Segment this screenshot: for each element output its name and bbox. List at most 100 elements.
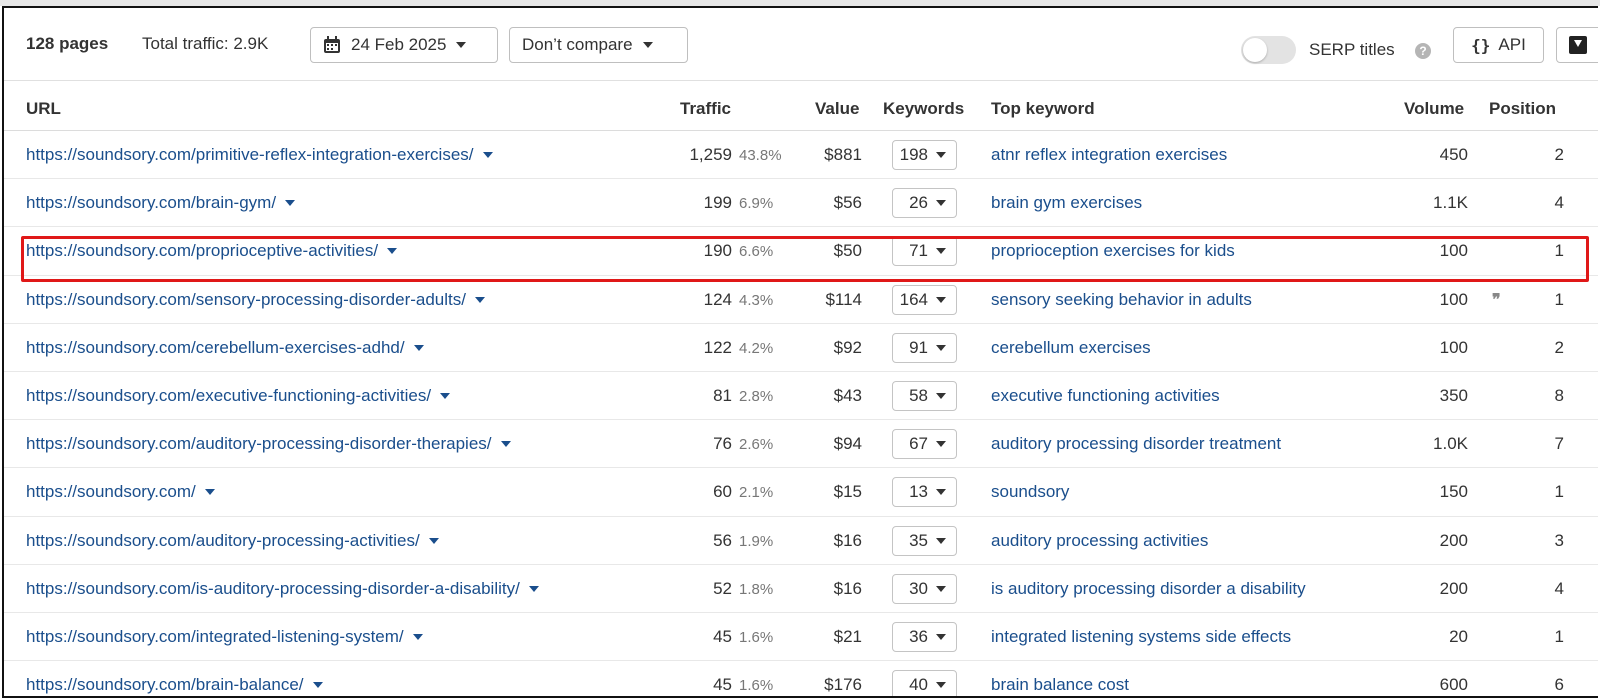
chevron-down-icon[interactable] xyxy=(500,441,511,448)
column-header-volume[interactable]: Volume xyxy=(1404,99,1464,119)
url-link[interactable]: https://soundsory.com/brain-balance/ xyxy=(26,675,323,695)
traffic-value: 124 xyxy=(703,289,732,309)
keywords-dropdown[interactable]: 164 xyxy=(892,284,957,315)
volume-value: 100 xyxy=(1439,241,1468,261)
url-link[interactable]: https://soundsory.com/sensory-processing… xyxy=(26,290,485,310)
column-header-url[interactable]: URL xyxy=(26,99,61,119)
keywords-dropdown[interactable]: 13 xyxy=(892,477,957,508)
traffic-value-usd: $50 xyxy=(833,241,862,261)
keywords-dropdown[interactable]: 198 xyxy=(892,140,957,170)
traffic-share: 43.8% xyxy=(739,147,782,164)
keywords-dropdown[interactable]: 36 xyxy=(892,621,957,652)
top-keyword-link[interactable]: is auditory processing disorder a disabi… xyxy=(991,579,1306,599)
braces-icon: {} xyxy=(1471,35,1491,55)
top-keyword-link[interactable]: brain balance cost xyxy=(991,675,1129,695)
keywords-dropdown[interactable]: 91 xyxy=(892,332,957,363)
url-link[interactable]: https://soundsory.com/primitive-reflex-i… xyxy=(26,145,493,165)
chevron-down-icon[interactable] xyxy=(412,633,423,640)
traffic-value-usd: $176 xyxy=(824,675,862,695)
url-link[interactable]: https://soundsory.com/proprioceptive-act… xyxy=(26,241,398,261)
top-keyword-link[interactable]: sensory seeking behavior in adults xyxy=(991,290,1252,310)
top-keyword-link[interactable]: atnr reflex integration exercises xyxy=(991,145,1227,165)
top-keyword-link[interactable]: integrated listening systems side effect… xyxy=(991,627,1291,647)
url-link[interactable]: https://soundsory.com/is-auditory-proces… xyxy=(26,579,539,599)
chevron-down-icon[interactable] xyxy=(285,200,296,207)
keywords-dropdown[interactable]: 35 xyxy=(892,525,957,556)
column-header-value[interactable]: Value xyxy=(815,99,859,119)
traffic-share: 6.9% xyxy=(739,195,774,213)
top-keyword-link[interactable]: auditory processing disorder treatment xyxy=(991,434,1281,454)
position-value: 1 xyxy=(1554,289,1564,309)
chevron-down-icon[interactable] xyxy=(528,585,539,592)
table-row: https://soundsory.com/auditory-processin… xyxy=(4,517,1598,565)
traffic-value: 190 xyxy=(703,241,732,261)
position-value: 3 xyxy=(1554,530,1564,550)
traffic-share: 4.3% xyxy=(739,291,774,309)
url-link[interactable]: https://soundsory.com/brain-gym/ xyxy=(26,193,296,213)
chevron-down-icon[interactable] xyxy=(312,682,323,689)
api-button[interactable]: {} API xyxy=(1453,27,1544,63)
keywords-dropdown[interactable]: 67 xyxy=(892,429,957,460)
traffic-value: 60 xyxy=(713,482,732,502)
url-link[interactable]: https://soundsory.com/cerebellum-exercis… xyxy=(26,338,424,358)
date-picker-button[interactable]: 24 Feb 2025 xyxy=(310,27,498,63)
chevron-down-icon xyxy=(936,489,946,496)
chevron-down-icon[interactable] xyxy=(387,248,398,255)
traffic-value: 45 xyxy=(713,626,732,646)
download-icon xyxy=(1569,36,1587,54)
column-header-keywords[interactable]: Keywords xyxy=(883,99,964,119)
traffic-value-usd: $15 xyxy=(833,482,862,502)
traffic-value: 52 xyxy=(713,578,732,598)
keywords-dropdown[interactable]: 30 xyxy=(892,573,957,604)
chevron-down-icon[interactable] xyxy=(482,152,493,158)
export-button[interactable] xyxy=(1556,27,1598,63)
traffic-value: 1,259 xyxy=(689,145,732,164)
position-value: 4 xyxy=(1554,578,1564,598)
chevron-down-icon xyxy=(936,585,946,592)
volume-value: 20 xyxy=(1449,626,1468,646)
url-link[interactable]: https://soundsory.com/executive-function… xyxy=(26,386,451,406)
chevron-down-icon[interactable] xyxy=(428,537,439,544)
column-header-position[interactable]: Position xyxy=(1489,99,1556,119)
url-link[interactable]: https://soundsory.com/auditory-processin… xyxy=(26,531,439,551)
top-keyword-link[interactable]: cerebellum exercises xyxy=(991,338,1151,358)
chevron-down-icon xyxy=(936,296,946,303)
traffic-value-usd: $21 xyxy=(833,626,862,646)
help-icon[interactable]: ? xyxy=(1415,43,1431,59)
keywords-dropdown[interactable]: 58 xyxy=(892,380,957,411)
chevron-down-icon xyxy=(936,537,946,544)
volume-value: 1.0K xyxy=(1433,434,1468,454)
chevron-down-icon xyxy=(936,152,946,158)
chevron-down-icon xyxy=(936,633,946,640)
compare-dropdown[interactable]: Don’t compare xyxy=(509,27,688,63)
keywords-dropdown[interactable]: 26 xyxy=(892,188,957,219)
traffic-value-usd: $16 xyxy=(833,530,862,550)
quote-icon[interactable]: ❞ xyxy=(1492,290,1501,309)
report-panel: 128 pages Total traffic: 2.9K 24 Feb 202… xyxy=(2,6,1598,698)
url-link[interactable]: https://soundsory.com/ xyxy=(26,482,215,502)
serp-titles-toggle[interactable] xyxy=(1241,36,1296,64)
table-row: https://soundsory.com/proprioceptive-act… xyxy=(4,227,1598,276)
top-keyword-link[interactable]: brain gym exercises xyxy=(991,193,1142,213)
traffic-value-usd: $43 xyxy=(833,385,862,405)
url-link[interactable]: https://soundsory.com/integrated-listeni… xyxy=(26,627,423,647)
top-keyword-link[interactable]: proprioception exercises for kids xyxy=(991,241,1235,261)
chevron-down-icon[interactable] xyxy=(474,296,485,303)
url-link[interactable]: https://soundsory.com/auditory-processin… xyxy=(26,434,511,454)
column-header-traffic[interactable]: Traffic xyxy=(680,99,731,119)
position-value: 1 xyxy=(1554,482,1564,502)
traffic-share: 2.6% xyxy=(739,436,774,454)
keywords-dropdown[interactable]: 71 xyxy=(892,236,957,267)
top-keyword-link[interactable]: auditory processing activities xyxy=(991,531,1208,551)
chevron-down-icon[interactable] xyxy=(413,344,424,351)
top-keyword-link[interactable]: soundsory xyxy=(991,482,1069,502)
keywords-dropdown[interactable]: 40 xyxy=(892,670,957,696)
table-row: https://soundsory.com/brain-gym/ 199 6.9… xyxy=(4,179,1598,228)
chevron-down-icon[interactable] xyxy=(204,489,215,496)
traffic-value: 45 xyxy=(713,675,732,695)
position-value: 2 xyxy=(1554,337,1564,357)
column-header-top-keyword[interactable]: Top keyword xyxy=(991,99,1095,119)
chevron-down-icon[interactable] xyxy=(440,392,451,399)
top-keyword-link[interactable]: executive functioning activities xyxy=(991,386,1220,406)
traffic-share: 1.6% xyxy=(739,628,774,646)
